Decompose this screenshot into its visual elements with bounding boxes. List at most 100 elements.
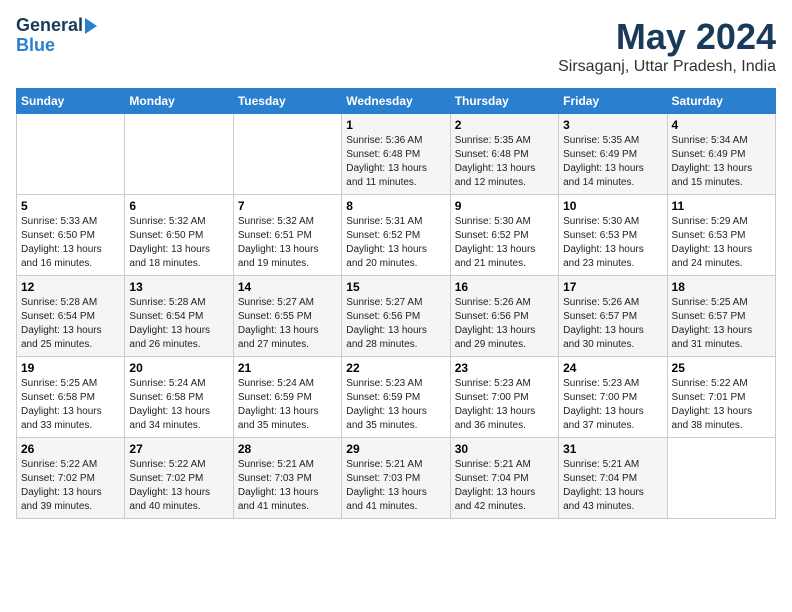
title-block: May 2024 Sirsaganj, Uttar Pradesh, India (558, 16, 776, 76)
day-info: Sunrise: 5:36 AM Sunset: 6:48 PM Dayligh… (346, 134, 445, 190)
calendar-cell: 21 Sunrise: 5:24 AM Sunset: 6:59 PM Dayli… (233, 357, 341, 438)
calendar-cell: 26Sunrise: 5:22 AM Sunset: 7:02 PM Dayli… (17, 438, 125, 519)
day-number: 5 (21, 199, 120, 213)
calendar-header-row: SundayMondayTuesdayWednesdayThursdayFrid… (17, 89, 776, 114)
day-info: Sunrise: 5:21 AM Sunset: 7:03 PM Dayligh… (238, 458, 337, 514)
day-number: 31 (563, 442, 662, 456)
calendar-cell: 1 Sunrise: 5:36 AM Sunset: 6:48 PM Daylig… (342, 114, 450, 195)
calendar-cell (233, 114, 341, 195)
calendar-cell (667, 438, 775, 519)
day-info: Sunrise: 5:21 AM Sunset: 7:03 PM Dayligh… (346, 458, 445, 514)
calendar-cell: 28 Sunrise: 5:21 AM Sunset: 7:03 PM Dayli… (233, 438, 341, 519)
calendar-cell: 3 Sunrise: 5:35 AM Sunset: 6:49 PM Daylig… (559, 114, 667, 195)
calendar-cell: 12 Sunrise: 5:28 AM Sunset: 6:54 PM Dayli… (17, 276, 125, 357)
calendar-cell: 7 Sunrise: 5:32 AM Sunset: 6:51 PM Daylig… (233, 195, 341, 276)
col-header-thursday: Thursday (450, 89, 558, 114)
day-number: 9 (455, 199, 554, 213)
day-info: Sunrise: 5:24 AM Sunset: 6:59 PM Dayligh… (238, 377, 337, 433)
day-info: Sunrise: 5:28 AM Sunset: 6:54 PM Dayligh… (129, 296, 228, 352)
day-number: 30 (455, 442, 554, 456)
day-info: Sunrise: 5:35 AM Sunset: 6:49 PM Dayligh… (563, 134, 662, 190)
calendar-cell: 19 Sunrise: 5:25 AM Sunset: 6:58 PM Dayli… (17, 357, 125, 438)
day-number: 16 (455, 280, 554, 294)
day-info: Sunrise: 5:26 AM Sunset: 6:57 PM Dayligh… (563, 296, 662, 352)
day-number: 3 (563, 118, 662, 132)
calendar-cell (17, 114, 125, 195)
calendar-week-row: 5 Sunrise: 5:33 AM Sunset: 6:50 PM Daylig… (17, 195, 776, 276)
calendar-cell: 15 Sunrise: 5:27 AM Sunset: 6:56 PM Dayli… (342, 276, 450, 357)
calendar-location: Sirsaganj, Uttar Pradesh, India (558, 58, 776, 76)
calendar-cell: 27 Sunrise: 5:22 AM Sunset: 7:02 PM Dayli… (125, 438, 233, 519)
calendar-cell: 23 Sunrise: 5:23 AM Sunset: 7:00 PM Dayli… (450, 357, 558, 438)
day-info: Sunrise: 5:27 AM Sunset: 6:56 PM Dayligh… (346, 296, 445, 352)
day-number: 29 (346, 442, 445, 456)
day-info: Sunrise: 5:23 AM Sunset: 7:00 PM Dayligh… (455, 377, 554, 433)
calendar-title: May 2024 (558, 16, 776, 58)
day-info: Sunrise: 5:23 AM Sunset: 6:59 PM Dayligh… (346, 377, 445, 433)
col-header-monday: Monday (125, 89, 233, 114)
day-info: Sunrise: 5:25 AM Sunset: 6:57 PM Dayligh… (672, 296, 771, 352)
calendar-cell: 31Sunrise: 5:21 AM Sunset: 7:04 PM Dayli… (559, 438, 667, 519)
day-number: 2 (455, 118, 554, 132)
day-number: 17 (563, 280, 662, 294)
day-info: Sunrise: 5:28 AM Sunset: 6:54 PM Dayligh… (21, 296, 120, 352)
col-header-saturday: Saturday (667, 89, 775, 114)
day-number: 13 (129, 280, 228, 294)
day-number: 8 (346, 199, 445, 213)
page-header: General Blue May 2024 Sirsaganj, Uttar P… (16, 16, 776, 76)
day-number: 27 (129, 442, 228, 456)
day-number: 10 (563, 199, 662, 213)
day-info: Sunrise: 5:32 AM Sunset: 6:51 PM Dayligh… (238, 215, 337, 271)
calendar-cell: 11 Sunrise: 5:29 AM Sunset: 6:53 PM Dayli… (667, 195, 775, 276)
logo-general-text: General (16, 16, 83, 36)
day-number: 22 (346, 361, 445, 375)
day-number: 11 (672, 199, 771, 213)
day-number: 24 (563, 361, 662, 375)
day-info: Sunrise: 5:25 AM Sunset: 6:58 PM Dayligh… (21, 377, 120, 433)
day-number: 28 (238, 442, 337, 456)
calendar-cell: 13 Sunrise: 5:28 AM Sunset: 6:54 PM Dayli… (125, 276, 233, 357)
day-info: Sunrise: 5:33 AM Sunset: 6:50 PM Dayligh… (21, 215, 120, 271)
col-header-friday: Friday (559, 89, 667, 114)
day-number: 6 (129, 199, 228, 213)
day-info: Sunrise: 5:34 AM Sunset: 6:49 PM Dayligh… (672, 134, 771, 190)
day-number: 15 (346, 280, 445, 294)
day-info: Sunrise: 5:21 AM Sunset: 7:04 PM Dayligh… (455, 458, 554, 514)
calendar-cell (125, 114, 233, 195)
day-info: Sunrise: 5:35 AM Sunset: 6:48 PM Dayligh… (455, 134, 554, 190)
calendar-cell: 20 Sunrise: 5:24 AM Sunset: 6:58 PM Dayli… (125, 357, 233, 438)
day-info: Sunrise: 5:30 AM Sunset: 6:52 PM Dayligh… (455, 215, 554, 271)
day-info: Sunrise: 5:30 AM Sunset: 6:53 PM Dayligh… (563, 215, 662, 271)
calendar-cell: 25Sunrise: 5:22 AM Sunset: 7:01 PM Dayli… (667, 357, 775, 438)
calendar-table: SundayMondayTuesdayWednesdayThursdayFrid… (16, 88, 776, 519)
day-info: Sunrise: 5:26 AM Sunset: 6:56 PM Dayligh… (455, 296, 554, 352)
day-number: 19 (21, 361, 120, 375)
day-number: 12 (21, 280, 120, 294)
calendar-cell: 4 Sunrise: 5:34 AM Sunset: 6:49 PM Daylig… (667, 114, 775, 195)
calendar-cell: 2 Sunrise: 5:35 AM Sunset: 6:48 PM Daylig… (450, 114, 558, 195)
day-number: 26 (21, 442, 120, 456)
day-number: 14 (238, 280, 337, 294)
calendar-cell: 18Sunrise: 5:25 AM Sunset: 6:57 PM Dayli… (667, 276, 775, 357)
day-number: 21 (238, 361, 337, 375)
day-info: Sunrise: 5:23 AM Sunset: 7:00 PM Dayligh… (563, 377, 662, 433)
calendar-week-row: 19 Sunrise: 5:25 AM Sunset: 6:58 PM Dayli… (17, 357, 776, 438)
day-info: Sunrise: 5:22 AM Sunset: 7:02 PM Dayligh… (129, 458, 228, 514)
day-number: 7 (238, 199, 337, 213)
day-number: 23 (455, 361, 554, 375)
calendar-week-row: 1 Sunrise: 5:36 AM Sunset: 6:48 PM Daylig… (17, 114, 776, 195)
day-number: 1 (346, 118, 445, 132)
day-info: Sunrise: 5:31 AM Sunset: 6:52 PM Dayligh… (346, 215, 445, 271)
calendar-cell: 30 Sunrise: 5:21 AM Sunset: 7:04 PM Dayli… (450, 438, 558, 519)
day-number: 20 (129, 361, 228, 375)
day-info: Sunrise: 5:32 AM Sunset: 6:50 PM Dayligh… (129, 215, 228, 271)
calendar-cell: 6 Sunrise: 5:32 AM Sunset: 6:50 PM Daylig… (125, 195, 233, 276)
calendar-cell: 17 Sunrise: 5:26 AM Sunset: 6:57 PM Dayli… (559, 276, 667, 357)
day-info: Sunrise: 5:24 AM Sunset: 6:58 PM Dayligh… (129, 377, 228, 433)
calendar-week-row: 12 Sunrise: 5:28 AM Sunset: 6:54 PM Dayli… (17, 276, 776, 357)
calendar-cell: 16 Sunrise: 5:26 AM Sunset: 6:56 PM Dayli… (450, 276, 558, 357)
calendar-cell: 22 Sunrise: 5:23 AM Sunset: 6:59 PM Dayli… (342, 357, 450, 438)
calendar-cell: 14Sunrise: 5:27 AM Sunset: 6:55 PM Dayli… (233, 276, 341, 357)
day-number: 4 (672, 118, 771, 132)
day-info: Sunrise: 5:29 AM Sunset: 6:53 PM Dayligh… (672, 215, 771, 271)
